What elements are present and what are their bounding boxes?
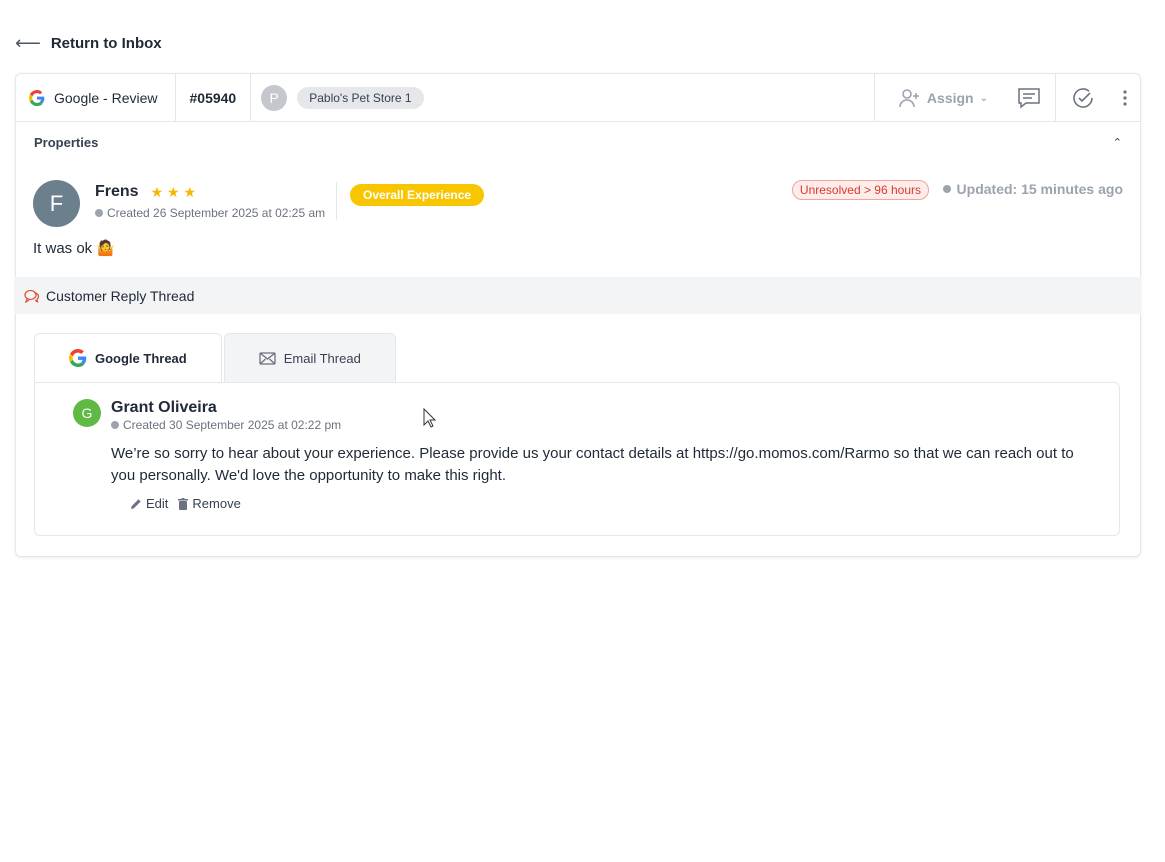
tab-email-thread[interactable]: Email Thread: [223, 333, 396, 382]
comment-icon: [1017, 88, 1040, 109]
ticket-id: #05940: [176, 74, 252, 122]
agent-avatar: G: [73, 399, 101, 427]
pencil-icon: [131, 498, 141, 509]
assign-button[interactable]: Assign ⌄: [873, 74, 1002, 122]
return-to-inbox-label: Return to Inbox: [50, 34, 162, 52]
resolve-button[interactable]: [1056, 74, 1110, 122]
reply-text: We’re so sorry to hear about your experi…: [111, 445, 1074, 484]
chevron-up-icon[interactable]: ⌃: [1113, 136, 1122, 149]
review-section: [16, 162, 1140, 280]
properties-title: Properties: [34, 134, 99, 150]
store-info: P Pablo's Pet Store 1: [251, 84, 424, 111]
ticket-source: Google - Review: [16, 74, 176, 122]
store-avatar: P: [261, 84, 288, 111]
check-circle-icon: [1073, 88, 1093, 108]
add-user-icon: [899, 89, 919, 108]
remove-reply-button[interactable]: Remove: [178, 496, 241, 511]
edit-reply-button[interactable]: Edit: [130, 496, 168, 511]
google-icon: [69, 349, 87, 367]
more-vertical-icon: [1123, 90, 1127, 106]
reply-author-name: Grant Oliveira: [111, 399, 217, 416]
ticket-source-label: Google - Review: [54, 89, 158, 106]
google-icon: [29, 89, 45, 106]
comment-button[interactable]: [1002, 74, 1056, 122]
reply-actions: Edit Remove: [130, 496, 241, 511]
envelope-icon: [259, 351, 276, 365]
trash-icon: [178, 497, 189, 510]
chevron-down-icon: ⌄: [979, 92, 988, 104]
tab-google-thread[interactable]: Google Thread: [34, 333, 222, 382]
return-to-inbox-link[interactable]: ⟵ Return to Inbox: [15, 34, 162, 52]
google-thread-panel: G Grant Oliveira Created 30 September 20…: [34, 382, 1120, 536]
reply-created: Created 30 September 2025 at 02:22 pm: [111, 418, 341, 432]
more-options-button[interactable]: [1110, 74, 1140, 122]
ticket-actions: Assign ⌄: [873, 74, 1140, 122]
thread-tabs: Google Thread Email Thread: [34, 333, 396, 382]
store-name-badge: Pablo's Pet Store 1: [297, 86, 424, 109]
reply-created-text: Created 30 September 2025 at 02:22 pm: [123, 418, 342, 432]
clock-icon: [111, 421, 119, 429]
tab-google-thread-label: Google Thread: [95, 350, 187, 366]
mouse-cursor-icon: [423, 408, 437, 428]
ticket-topbar: Google - Review #05940 P Pablo's Pet Sto…: [16, 74, 1140, 122]
tab-email-thread-label: Email Thread: [283, 350, 361, 366]
edit-label: Edit: [146, 496, 169, 511]
assign-label: Assign: [926, 90, 974, 106]
properties-section-header[interactable]: Properties ⌃: [16, 122, 1140, 162]
remove-label: Remove: [192, 496, 241, 511]
arrow-left-icon: ⟵: [15, 33, 41, 53]
